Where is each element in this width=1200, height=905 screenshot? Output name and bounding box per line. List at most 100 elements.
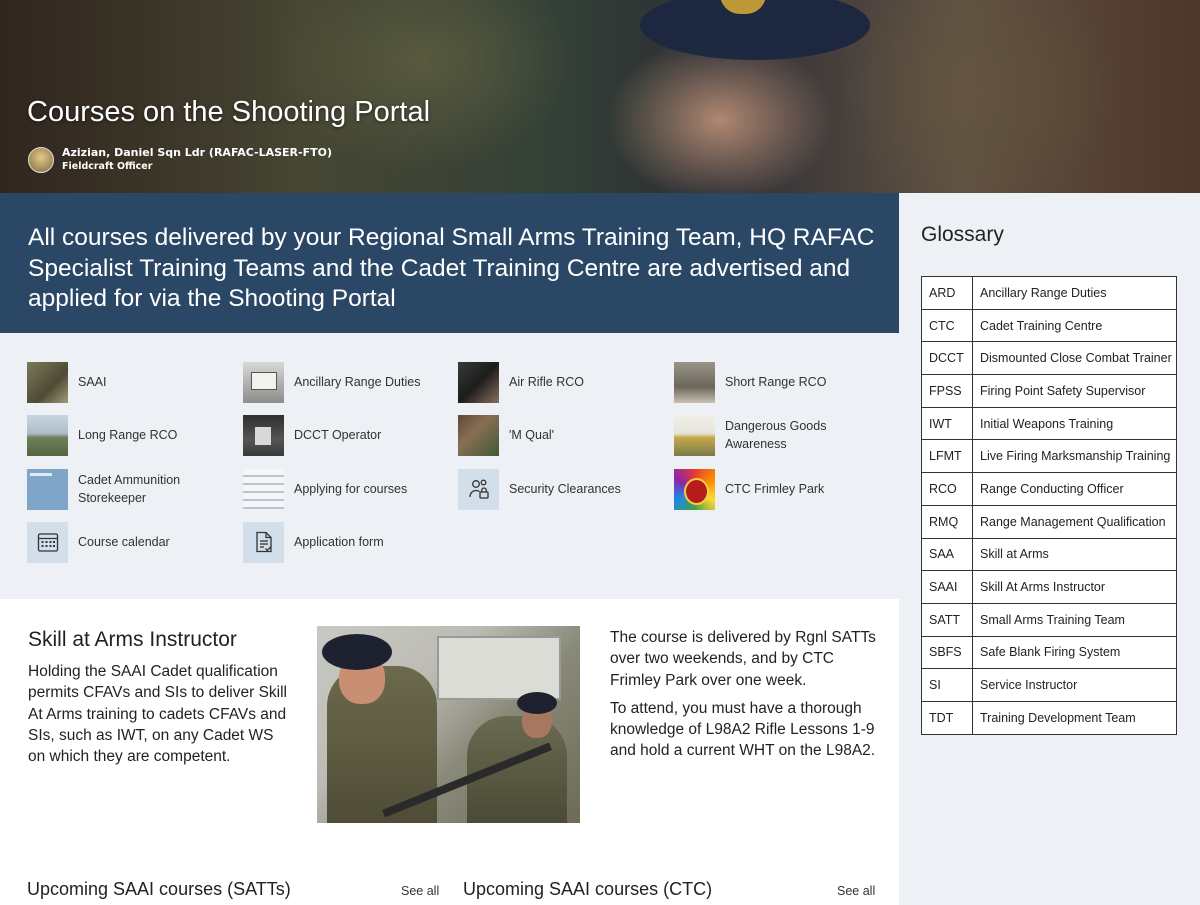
author-name[interactable]: Azizian, Daniel Sqn Ldr (RAFAC-LASER-FTO… [62, 146, 332, 159]
saai-description: Holding the SAAI Cadet qualification per… [28, 663, 287, 766]
course-info-delivery: The course is delivered by Rgnl SATTs ov… [610, 629, 876, 689]
glossary-title: Glossary [921, 223, 1004, 246]
glossary-row: RCO Range Conducting Officer [921, 472, 1177, 506]
glossary-definition: Live Firing Marksmanship Training [972, 439, 1177, 474]
see-all-satt-link[interactable]: See all [401, 884, 439, 898]
quick-link-label: Application form [294, 535, 384, 549]
short-range-rco-thumbnail [674, 361, 715, 403]
glossary-definition: Skill at Arms [972, 537, 1177, 572]
quick-link-label: DCCT Operator [294, 428, 382, 442]
quick-link-security-clearances[interactable]: Security Clearances [458, 468, 668, 510]
quick-link-label: 'M Qual' [509, 428, 555, 442]
photo-shelf [437, 636, 561, 700]
people-lock-icon [458, 468, 499, 510]
quick-link-application-form[interactable]: Application form [243, 521, 453, 563]
glossary-row: TDT Training Development Team [921, 700, 1177, 735]
banner-text: All courses delivered by your Regional S… [28, 224, 875, 312]
upcoming-ctc-title: Upcoming SAAI courses (CTC) [463, 879, 713, 899]
saai-thumbnail [27, 361, 68, 403]
see-all-ctc-link[interactable]: See all [837, 884, 875, 898]
calendar-icon [27, 521, 68, 563]
quick-link-dcct-operator[interactable]: DCCT Operator [243, 414, 453, 456]
glossary-row: IWT Initial Weapons Training [921, 406, 1177, 441]
quick-link-label: Ancillary Range Duties [294, 375, 421, 389]
glossary-definition: Small Arms Training Team [972, 602, 1177, 637]
page-title: Courses on the Shooting Portal [27, 96, 431, 128]
author-role: Fieldcraft Officer [62, 161, 153, 172]
quick-link-label: Course calendar [78, 535, 170, 549]
quick-link-long-range-rco[interactable]: Long Range RCO [27, 414, 237, 456]
quick-link-short-range-rco[interactable]: Short Range RCO [674, 361, 884, 403]
quick-link-cadet-ammunition-storekeeper[interactable]: Cadet Ammunition Storekeeper [27, 468, 237, 510]
air-rifle-rco-thumbnail [458, 361, 499, 403]
photo-cadet-beret [517, 692, 557, 714]
glossary-abbr: CTC [921, 308, 973, 343]
glossary-abbr: FPSS [921, 374, 973, 408]
quick-links: SAAI Ancillary Range Duties Air Rifle RC… [0, 333, 899, 599]
glossary-row: SAAI Skill At Arms Instructor [921, 570, 1177, 604]
photo-instructor-beret [322, 634, 392, 670]
quick-link-course-calendar[interactable]: Course calendar [27, 521, 237, 563]
quick-link-label: CTC Frimley Park [725, 482, 825, 496]
glossary-definition: Service Instructor [972, 668, 1177, 702]
glossary-row: SI Service Instructor [921, 668, 1177, 702]
quick-link-air-rifle-rco[interactable]: Air Rifle RCO [458, 361, 668, 403]
glossary-abbr: IWT [921, 406, 973, 441]
glossary-row: SATT Small Arms Training Team [921, 602, 1177, 637]
glossary-definition: Training Development Team [972, 700, 1177, 735]
quick-link-m-qual[interactable]: 'M Qual' [458, 414, 668, 456]
glossary-definition: Safe Blank Firing System [972, 635, 1177, 670]
glossary-abbr: SAAI [921, 570, 973, 604]
glossary-row: CTC Cadet Training Centre [921, 308, 1177, 343]
glossary-definition: Dismounted Close Combat Trainer [972, 341, 1177, 376]
glossary-row: RMQ Range Management Qualification [921, 504, 1177, 539]
quick-link-dangerous-goods-awareness[interactable]: Dangerous Goods Awareness [674, 414, 884, 456]
author-avatar[interactable] [28, 147, 54, 173]
quick-link-label: Dangerous Goods Awareness [725, 419, 827, 451]
quick-link-label: Cadet Ammunition Storekeeper [78, 473, 181, 505]
quick-link-label: Applying for courses [294, 482, 408, 496]
quick-link-label: Short Range RCO [725, 375, 827, 389]
course-info-prerequisites: To attend, you must have a thorough know… [610, 699, 876, 760]
quick-link-label: Air Rifle RCO [509, 375, 585, 389]
glossary-row: SAA Skill at Arms [921, 537, 1177, 572]
glossary-abbr: ARD [921, 276, 973, 310]
glossary-abbr: SATT [921, 602, 973, 637]
glossary-definition: Cadet Training Centre [972, 308, 1177, 343]
dangerous-goods-thumbnail [674, 414, 715, 456]
dcct-operator-thumbnail [243, 414, 284, 456]
glossary-abbr: RMQ [921, 504, 973, 539]
quick-link-saai[interactable]: SAAI [27, 361, 237, 403]
saai-section-title: Skill at Arms Instructor [28, 628, 237, 651]
glossary-panel: Glossary ARD Ancillary Range Duties CTC Ca… [899, 193, 1200, 905]
m-qual-thumbnail [458, 414, 499, 456]
document-check-icon [243, 521, 284, 563]
glossary-row: ARD Ancillary Range Duties [921, 276, 1177, 310]
quick-link-ancillary-range-duties[interactable]: Ancillary Range Duties [243, 361, 453, 403]
hero-banner: Courses on the Shooting Portal Azizian, … [0, 0, 1200, 193]
glossary-table: ARD Ancillary Range Duties CTC Cadet Train… [921, 276, 1177, 735]
saai-training-photo [317, 626, 580, 823]
glossary-definition: Firing Point Safety Supervisor [972, 374, 1177, 408]
ctc-crest-thumbnail [674, 468, 715, 510]
glossary-row: LFMT Live Firing Marksmanship Training [921, 439, 1177, 474]
glossary-row: DCCT Dismounted Close Combat Trainer [921, 341, 1177, 376]
glossary-abbr: RCO [921, 472, 973, 506]
glossary-definition: Range Management Qualification [972, 504, 1177, 539]
glossary-definition: Ancillary Range Duties [972, 276, 1177, 310]
glossary-abbr: TDT [921, 700, 973, 735]
quick-link-applying-for-courses[interactable]: Applying for courses [243, 468, 453, 510]
glossary-row: FPSS Firing Point Safety Supervisor [921, 374, 1177, 408]
quick-link-label: SAAI [78, 375, 107, 389]
ancillary-range-duties-thumbnail [243, 361, 284, 403]
glossary-abbr: LFMT [921, 439, 973, 474]
glossary-abbr: SBFS [921, 635, 973, 670]
glossary-abbr: SAA [921, 537, 973, 572]
course-info: The course is delivered by Rgnl SATTs ov… [610, 627, 885, 769]
glossary-definition: Initial Weapons Training [972, 406, 1177, 441]
glossary-row: SBFS Safe Blank Firing System [921, 635, 1177, 670]
glossary-definition: Range Conducting Officer [972, 472, 1177, 506]
glossary-abbr: DCCT [921, 341, 973, 376]
quick-link-ctc-frimley-park[interactable]: CTC Frimley Park [674, 468, 884, 510]
long-range-rco-thumbnail [27, 414, 68, 456]
